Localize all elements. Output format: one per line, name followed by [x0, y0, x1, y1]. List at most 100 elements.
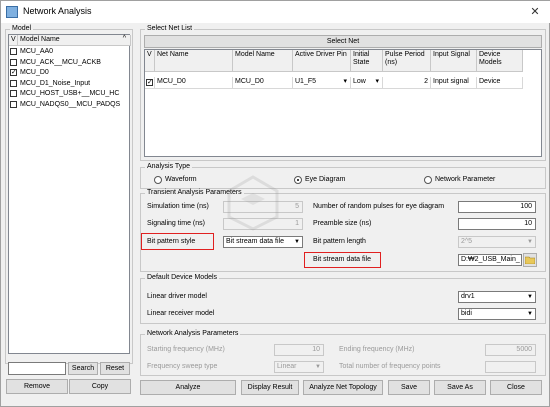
search-button[interactable]: Search [68, 362, 98, 375]
analyze-button[interactable]: Analyze [140, 380, 236, 395]
model-item-checkbox[interactable] [10, 100, 17, 108]
remove-button[interactable]: Remove [6, 379, 68, 394]
save-button[interactable]: Save [388, 380, 430, 395]
bit-stream-data-file-label: Bit stream data file [313, 256, 371, 263]
model-list-item[interactable]: ✓ MCU_D0 [9, 68, 129, 78]
radio-network-parameter-label[interactable]: Network Parameter [435, 175, 495, 185]
save-as-button[interactable]: Save As [434, 380, 486, 395]
linear-receiver-model-combo[interactable]: bidi ▼ [458, 308, 536, 320]
network-params-group-label: Network Analysis Parameters [145, 330, 241, 337]
analysis-type-label: Analysis Type [145, 163, 193, 170]
net-row-initial-state-value: Low [353, 78, 366, 85]
bit-pattern-length-combo[interactable]: 2^5 ▼ [458, 236, 536, 248]
preamble-size-field[interactable]: 10 [458, 218, 536, 230]
folder-icon[interactable] [525, 256, 535, 264]
model-item-checkbox[interactable]: ✓ [10, 69, 17, 76]
ending-frequency-field[interactable]: 5000 [485, 344, 536, 356]
model-header-v[interactable]: V [9, 35, 18, 46]
linear-driver-model-combo[interactable]: drv1 ▼ [458, 291, 536, 303]
net-row-device-models[interactable]: Device [477, 77, 523, 89]
net-row-initial-state[interactable]: Low ▾ [351, 77, 383, 89]
close-window-button[interactable]: ✕ [519, 1, 550, 23]
model-item-checkbox[interactable] [10, 79, 17, 87]
copy-button[interactable]: Copy [69, 379, 131, 394]
model-item-label: MCU_AA0 [20, 48, 54, 55]
linear-driver-model-value: drv1 [461, 293, 475, 300]
net-header-model-name[interactable]: Model Name [233, 50, 293, 72]
radio-network-parameter[interactable] [424, 176, 432, 184]
bit-stream-data-file-field[interactable]: D:₩2_USB_Main_ [458, 254, 522, 266]
chevron-down-icon[interactable]: ▾ [375, 77, 379, 87]
frequency-sweep-type-value: Linear [277, 363, 297, 370]
select-net-button[interactable]: Select Net [144, 35, 542, 48]
reset-button[interactable]: Reset [100, 362, 130, 375]
net-header-device-models[interactable]: Device Models [477, 50, 523, 72]
chevron-down-icon[interactable]: ▼ [526, 237, 534, 247]
model-group-label: Model [10, 25, 34, 32]
model-item-checkbox[interactable] [10, 48, 17, 55]
net-row-pulse-period[interactable]: 2 [383, 77, 431, 89]
net-row-model-name[interactable]: MCU_D0 [233, 77, 293, 89]
watermark-logo [227, 175, 279, 231]
browse-file-button[interactable] [523, 253, 537, 267]
net-row-net-name[interactable]: MCU_D0 [155, 77, 233, 89]
model-list-item[interactable]: MCU_D1_Noise_Input [9, 79, 129, 89]
chevron-down-icon[interactable]: ▼ [526, 292, 534, 302]
net-header-driver-pin[interactable]: Active Driver Pin [293, 50, 351, 72]
radio-waveform-label[interactable]: Waveform [165, 175, 197, 185]
model-list-item[interactable]: MCU_NADQS0__MCU_PADQS [9, 100, 129, 110]
net-row-check-cell[interactable]: ✓ [145, 77, 155, 89]
close-icon[interactable]: ✕ [530, 6, 539, 18]
net-row-checkbox[interactable]: ✓ [146, 79, 153, 86]
bit-pattern-length-value: 2^5 [461, 238, 473, 245]
radio-waveform[interactable] [154, 176, 162, 184]
chevron-down-icon[interactable]: ▼ [293, 237, 301, 247]
net-row-driver-pin-value: U1_F5 [295, 78, 317, 85]
net-row-input-signal[interactable]: Input signal [431, 77, 477, 89]
chevron-down-icon[interactable]: ▼ [526, 309, 534, 319]
net-row-driver-pin[interactable]: U1_F5 ▾ [293, 77, 351, 89]
close-button[interactable]: Close [490, 380, 542, 395]
title-bar: Network Analysis ✕ [1, 1, 550, 23]
net-header-pulse-period[interactable]: Pulse Period (ns) [383, 50, 431, 72]
net-grid[interactable]: V Net Name Model Name Active Driver Pin … [144, 49, 542, 157]
radio-eye-diagram[interactable] [294, 176, 302, 184]
model-list-item[interactable]: MCU_HOST_USB+__MCU_HC [9, 89, 129, 99]
bit-pattern-style-combo[interactable]: Bit stream data file ▼ [223, 236, 303, 248]
model-item-label: MCU_HOST_USB+__MCU_HC [20, 90, 120, 97]
linear-receiver-model-value: bidi [461, 310, 472, 317]
bit-pattern-length-label: Bit pattern length [313, 238, 366, 245]
radio-eye-diagram-label[interactable]: Eye Diagram [305, 175, 345, 185]
model-header-name[interactable]: Model Name ^ [18, 35, 131, 46]
display-result-button[interactable]: Display Result [241, 380, 299, 395]
device-models-group-label: Default Device Models [145, 274, 220, 281]
model-list-item[interactable]: MCU_AA0 [9, 47, 129, 57]
net-header-input-signal[interactable]: Input Signal [431, 50, 477, 72]
model-list[interactable]: V Model Name ^ MCU_AA0 MCU_ACK__MCU_ACKB ✓… [8, 34, 131, 354]
model-item-label: MCU_NADQS0__MCU_PADQS [20, 100, 121, 108]
window-title: Network Analysis [23, 6, 92, 16]
model-header-name-label: Model Name [20, 36, 60, 43]
model-item-checkbox[interactable] [10, 90, 17, 97]
total-frequency-points-field[interactable] [485, 361, 536, 373]
model-item-label: MCU_ACK__MCU_ACKB [20, 58, 101, 66]
net-header-v[interactable]: V [145, 50, 155, 72]
chevron-down-icon[interactable]: ▾ [343, 77, 347, 87]
signaling-time-label: Signaling time (ns) [147, 220, 205, 227]
linear-receiver-model-label: Linear receiver model [147, 310, 215, 317]
starting-frequency-field[interactable]: 10 [274, 344, 324, 356]
random-pulses-label: Number of random pulses for eye diagram [313, 203, 445, 210]
random-pulses-field[interactable]: 100 [458, 201, 536, 213]
frequency-sweep-type-combo[interactable]: Linear ▼ [274, 361, 324, 373]
linear-driver-model-label: Linear driver model [147, 293, 207, 300]
bit-pattern-style-value: Bit stream data file [226, 238, 284, 245]
chevron-down-icon[interactable]: ▼ [314, 362, 322, 372]
model-item-checkbox[interactable] [10, 58, 17, 66]
net-header-net-name[interactable]: Net Name [155, 50, 233, 72]
model-search-input[interactable] [8, 362, 66, 375]
preamble-size-label: Preamble size (ns) [313, 220, 372, 227]
model-item-label: MCU_D0 [20, 69, 49, 76]
net-header-initial-state[interactable]: Initial State [351, 50, 383, 72]
model-list-item[interactable]: MCU_ACK__MCU_ACKB [9, 58, 129, 68]
analyze-net-topology-button[interactable]: Analyze Net Topology [303, 380, 383, 395]
